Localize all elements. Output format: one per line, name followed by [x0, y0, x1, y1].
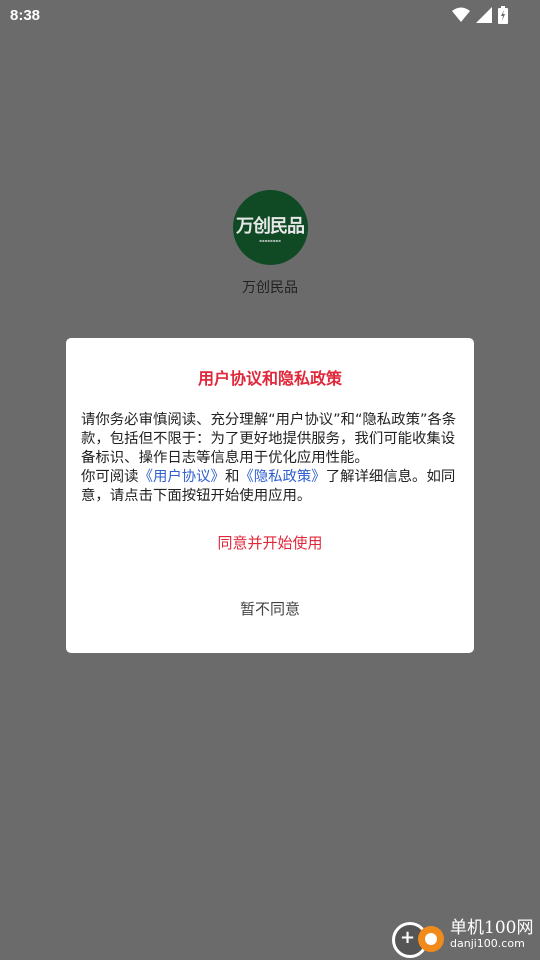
status-icons: [452, 6, 508, 24]
status-time: 8:38: [10, 7, 41, 24]
watermark-en: danji100.com: [450, 937, 525, 950]
status-bar: 8:38: [0, 0, 540, 32]
dialog-body-and: 和: [224, 469, 240, 485]
app-logo-text: 万创民品: [236, 216, 305, 237]
dialog-body-text: 请你务必审慎阅读、充分理解“用户协议”和“隐私政策”各条款，包括但不限于：为了更…: [81, 412, 457, 466]
dialog-title: 用户协议和隐私政策: [197, 369, 342, 388]
app-name: 万创民品: [242, 280, 298, 296]
app-logo: 万创民品 ▪▪▪▪▪▪▪▪: [232, 190, 308, 265]
dialog-body: 请你务必审慎阅读、充分理解“用户协议”和“隐私政策”各条款，包括但不限于：为了更…: [81, 411, 461, 506]
dialog-body-prefix: 你可阅读: [81, 469, 139, 485]
signal-icon: [476, 7, 492, 23]
battery-icon: [498, 6, 508, 24]
privacy-policy-link[interactable]: 《隐私政策》: [239, 469, 325, 485]
app-logo-subtext: ▪▪▪▪▪▪▪▪: [259, 238, 281, 243]
wifi-icon: [452, 7, 470, 22]
watermark: + 单机100网 danji100.com: [390, 914, 538, 958]
privacy-dialog: 用户协议和隐私政策 请你务必审慎阅读、充分理解“用户协议”和“隐私政策”各条款，…: [66, 338, 474, 653]
watermark-text: 单机100网 danji100.com: [450, 920, 533, 952]
disagree-button[interactable]: 暂不同意: [66, 589, 474, 629]
watermark-logo-icon: +: [390, 914, 450, 958]
app-branding: 万创民品 ▪▪▪▪▪▪▪▪ 万创民品: [0, 190, 540, 297]
watermark-cn: 单机100网: [450, 918, 534, 938]
user-agreement-link[interactable]: 《用户协议》: [139, 469, 225, 485]
agree-button[interactable]: 同意并开始使用: [66, 523, 474, 563]
